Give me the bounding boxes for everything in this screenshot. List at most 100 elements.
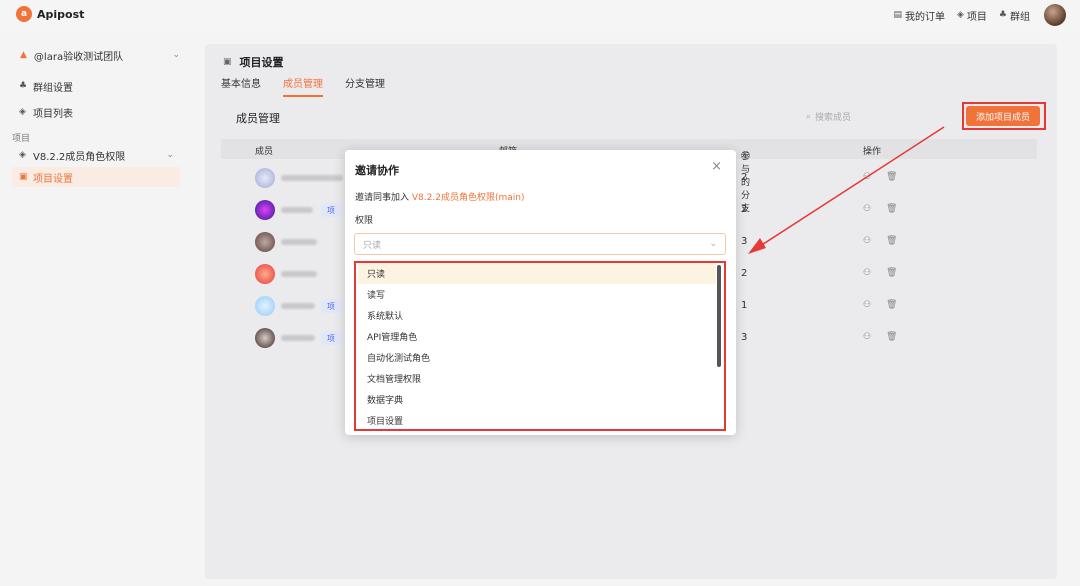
team-icon: ▲ — [20, 50, 27, 60]
search-input[interactable]: 搜索成员 — [815, 110, 851, 123]
trash-icon[interactable]: 🗑 — [886, 172, 897, 182]
trash-icon[interactable]: 🗑 — [886, 332, 897, 342]
sidebar-item-label: 项目列表 — [33, 108, 73, 120]
avatar — [255, 200, 275, 220]
avatar — [255, 296, 275, 316]
group-icon: ♣ — [19, 81, 28, 91]
clipboard-icon: ▤ — [893, 10, 902, 20]
layers-icon: ◈ — [19, 107, 26, 117]
project-tag: 项 — [321, 299, 341, 313]
top-bar: a Apipost ▤ 我的订单 ◈ 项目 ♣ 群组 — [0, 0, 1080, 32]
trash-icon[interactable]: 🗑 — [886, 204, 897, 214]
sidebar-item-label: 群组设置 — [33, 82, 73, 94]
settings-square-icon: ▣ — [223, 57, 232, 67]
member-search[interactable]: ⌕ 搜索成员 — [806, 110, 851, 124]
invite-project-name: V8.2.2成员角色权限(main) — [411, 193, 525, 203]
member-name — [281, 303, 315, 309]
member-name — [281, 239, 317, 245]
branch-count: 2 — [741, 172, 748, 183]
chevron-down-icon: ⌄ — [166, 150, 174, 160]
sidebar-item-label: 项目设置 — [33, 173, 73, 185]
column-member: 成员 — [255, 147, 274, 157]
user-avatar[interactable] — [1044, 4, 1066, 26]
branch-count: 2 — [741, 204, 748, 215]
orders-label: 我的订单 — [905, 11, 945, 23]
project-tag: 项 — [321, 331, 341, 345]
option-readwrite[interactable]: 读写 — [358, 284, 716, 305]
edit-role-icon[interactable]: ⚇ — [863, 236, 871, 246]
apipost-logo-icon: a — [16, 6, 32, 22]
brand-name: Apipost — [37, 7, 85, 21]
project-tag: 项 — [321, 203, 341, 217]
page-title: ▣ 项目设置 — [223, 54, 284, 70]
avatar — [255, 264, 275, 284]
avatar — [255, 232, 275, 252]
trash-icon[interactable]: 🗑 — [886, 300, 897, 310]
edit-role-icon[interactable]: ⚇ — [863, 268, 871, 278]
tab-basic-info[interactable]: 基本信息 — [221, 75, 261, 97]
app-logo[interactable]: a Apipost — [16, 6, 84, 22]
branch-count: 3 — [741, 332, 748, 343]
page-title-text: 项目设置 — [239, 56, 284, 69]
sidebar: ▲ @lara验收测试团队 ⌄ ♣ 群组设置 ◈ 项目列表 项目 ◈ V8.2.… — [0, 32, 195, 586]
tabs: 基本信息 成员管理 分支管理 — [221, 75, 385, 97]
modal-title: 邀请协作 — [355, 164, 399, 177]
info-icon: ⓘ — [741, 152, 751, 162]
option-doc-permission[interactable]: 文档管理权限 — [358, 368, 716, 389]
branch-count: 3 — [741, 236, 748, 247]
chevron-down-icon: ⌄ — [172, 50, 180, 60]
member-name — [281, 271, 317, 277]
sidebar-item-project-settings[interactable]: ▣ 项目设置 — [12, 167, 180, 187]
top-nav: ▤ 我的订单 ◈ 项目 ♣ 群组 — [893, 4, 1066, 26]
sidebar-item-group-settings[interactable]: ♣ 群组设置 — [12, 76, 180, 96]
option-autotest-role[interactable]: 自动化测试角色 — [358, 347, 716, 368]
trash-icon[interactable]: 🗑 — [886, 236, 897, 246]
projects-label: 项目 — [966, 11, 987, 23]
orders-link[interactable]: ▤ 我的订单 — [893, 8, 945, 23]
dropdown-scrollbar[interactable] — [717, 265, 721, 367]
edit-role-icon[interactable]: ⚇ — [863, 300, 871, 310]
option-api-manager[interactable]: API管理角色 — [358, 326, 716, 347]
trash-icon[interactable]: 🗑 — [886, 268, 897, 278]
section-title: 成员管理 — [236, 112, 280, 125]
close-icon[interactable]: × — [711, 159, 722, 174]
groups-label: 群组 — [1010, 11, 1030, 23]
branch-count: 1 — [741, 300, 748, 311]
member-name — [281, 175, 343, 181]
search-icon: ⌕ — [806, 111, 812, 122]
option-data-dictionary[interactable]: 数据字典 — [358, 389, 716, 410]
option-system-default[interactable]: 系统默认 — [358, 305, 716, 326]
add-member-button[interactable]: 添加项目成员 — [966, 106, 1040, 126]
edit-role-icon[interactable]: ⚇ — [863, 172, 871, 182]
group-icon: ♣ — [998, 10, 1007, 20]
settings-square-icon: ▣ — [19, 172, 28, 182]
edit-role-icon[interactable]: ⚇ — [863, 204, 871, 214]
permission-select[interactable]: 只读 ⌄ — [354, 233, 726, 255]
team-selector[interactable]: ▲ @lara验收测试团队 ⌄ — [20, 47, 180, 63]
invite-modal: 邀请协作 × 邀请同事加入 V8.2.2成员角色权限(main) 权限 只读 ⌄… — [345, 150, 736, 435]
team-name: @lara验收测试团队 — [33, 51, 124, 63]
sidebar-item-project-list[interactable]: ◈ 项目列表 — [12, 102, 180, 122]
layers-icon: ◈ — [957, 10, 964, 20]
avatar — [255, 168, 275, 188]
edit-role-icon[interactable]: ⚇ — [863, 332, 871, 342]
chevron-down-icon: ⌄ — [709, 239, 717, 249]
sidebar-item-label: V8.2.2成员角色权限 — [33, 151, 126, 163]
column-actions: 操作 — [863, 147, 882, 157]
layers-icon: ◈ — [19, 150, 26, 160]
tab-member-management[interactable]: 成员管理 — [283, 75, 323, 97]
projects-link[interactable]: ◈ 项目 — [957, 8, 987, 23]
branch-count: 2 — [741, 268, 748, 279]
sidebar-section-label: 项目 — [12, 134, 31, 144]
option-project-settings[interactable]: 项目设置 — [358, 410, 716, 431]
sidebar-item-project[interactable]: ◈ V8.2.2成员角色权限 ⌄ — [12, 145, 180, 165]
invite-prefix: 邀请同事加入 — [355, 193, 410, 203]
tab-branch-management[interactable]: 分支管理 — [345, 75, 385, 97]
permission-label: 权限 — [355, 216, 374, 226]
member-name — [281, 335, 315, 341]
groups-link[interactable]: ♣ 群组 — [999, 8, 1030, 23]
option-readonly[interactable]: 只读 — [358, 263, 716, 284]
permission-select-value: 只读 — [363, 240, 382, 251]
avatar — [255, 328, 275, 348]
invite-description: 邀请同事加入 V8.2.2成员角色权限(main) — [355, 190, 524, 203]
